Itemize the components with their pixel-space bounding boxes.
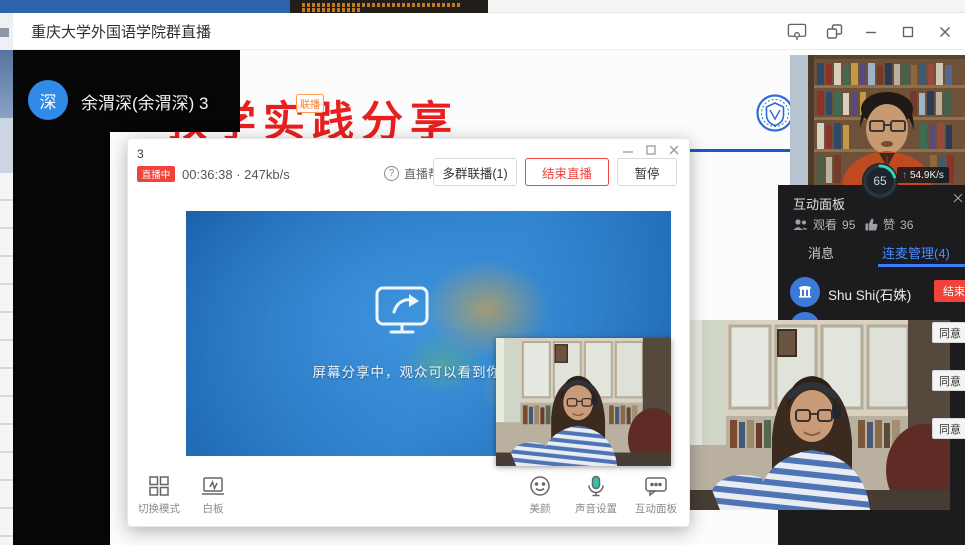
member-avatar-icon — [797, 284, 813, 300]
background-window-titlebar — [0, 0, 290, 13]
window-title: 重庆大学外国语学院群直播 — [31, 21, 211, 42]
upload-arrow-icon: ↑ — [902, 170, 907, 181]
chat-bubble-icon — [644, 475, 668, 497]
broadcast-maximize-icon[interactable] — [646, 145, 656, 155]
close-icon[interactable] — [935, 22, 955, 42]
likes-stat: 赞 36 — [865, 216, 913, 233]
toolbar-label: 切换模式 — [138, 501, 180, 516]
webcam-cohost-large — [690, 320, 950, 510]
toolbar-label: 美颜 — [530, 501, 551, 516]
end-live-button[interactable]: 结束直播 — [525, 158, 609, 186]
pin-window-icon[interactable] — [787, 22, 807, 42]
live-status-badge: 直播中 — [137, 166, 175, 182]
end-mic-button[interactable]: 结束 — [934, 280, 965, 302]
toolbar-label: 白板 — [203, 501, 224, 516]
sliver-lines — [0, 173, 13, 545]
minimize-icon[interactable] — [861, 22, 881, 42]
tab-mic-management[interactable]: 连麦管理(4) — [882, 243, 950, 262]
sliver-block — [0, 50, 13, 118]
broadcast-minimize-icon[interactable] — [623, 145, 633, 155]
live-stage-area: 教学实践分享 深 余渭深(余渭深) 3 联播 — [13, 50, 965, 545]
likes-count: 36 — [900, 218, 913, 232]
stream-counter: 3 — [137, 147, 144, 161]
screen-root: 重庆大学外国语学院群直播 — [0, 0, 965, 545]
gauge-arc — [862, 163, 898, 199]
maximize-icon[interactable] — [898, 22, 918, 42]
grid-icon — [148, 475, 170, 497]
interaction-panel-button[interactable]: 互动面板 — [635, 475, 677, 516]
multi-window-icon[interactable] — [824, 22, 844, 42]
member-name: Shu Shi(石姝) — [828, 284, 911, 304]
help-icon: ? — [384, 166, 399, 181]
sound-settings-button[interactable]: 声音设置 — [575, 475, 617, 516]
upload-speed-value: 54.9K/s — [910, 170, 944, 181]
sliver-block — [0, 118, 13, 173]
app-titlebar: 重庆大学外国语学院群直播 — [13, 13, 965, 50]
tab-messages[interactable]: 消息 — [808, 243, 834, 262]
agree-button[interactable]: 同意 — [932, 370, 965, 391]
viewers-count: 95 — [842, 218, 855, 232]
background-window-notification — [290, 0, 488, 13]
background-window-strip — [488, 0, 965, 13]
agree-button[interactable]: 同意 — [932, 322, 965, 343]
speaker-name: 余渭深(余渭深) 3 — [81, 89, 209, 114]
blurred-text-line — [302, 3, 462, 7]
beauty-filter-button[interactable]: 美颜 — [523, 475, 557, 516]
whiteboard-icon — [201, 475, 225, 497]
toolbar-label: 互动面板 — [635, 501, 677, 516]
sliver-mark — [0, 28, 9, 37]
viewers-icon — [793, 218, 808, 231]
app-window: 重庆大学外国语学院群直播 — [13, 13, 965, 545]
toolbar-label: 声音设置 — [575, 501, 617, 516]
background-window-sliver — [0, 13, 13, 545]
viewers-label: 观看 — [813, 216, 837, 233]
panel-close-icon[interactable] — [953, 193, 963, 203]
likes-label: 赞 — [883, 216, 895, 233]
switch-mode-button[interactable]: 切换模式 — [138, 475, 180, 516]
thumbs-up-icon — [865, 218, 878, 231]
upload-speed: ↑ 54.9K/s — [897, 167, 949, 183]
viewers-stat: 观看 95 — [793, 216, 855, 233]
smiley-icon — [529, 475, 551, 497]
whiteboard-button[interactable]: 白板 — [196, 475, 230, 516]
panel-title: 互动面板 — [793, 194, 845, 213]
webcam-cohost-small — [496, 338, 671, 466]
blurred-text-line — [302, 8, 362, 12]
broadcast-close-icon[interactable] — [669, 145, 679, 155]
university-logo — [755, 93, 790, 133]
agree-button[interactable]: 同意 — [932, 418, 965, 439]
network-gauge: 65 — [862, 163, 898, 199]
pause-button[interactable]: 暂停 — [617, 158, 677, 186]
member-avatar — [790, 277, 820, 307]
active-tab-underline — [878, 264, 965, 267]
broadcast-window: 3 直播中 00:36:38 · 247kb/s ? 直播帮助 多群联播(1) … — [127, 138, 690, 527]
speaker-badge: 联播 — [296, 94, 324, 113]
microphone-icon — [587, 475, 605, 497]
multicast-button[interactable]: 多群联播(1) — [433, 158, 517, 186]
stream-time-bitrate: 00:36:38 · 247kb/s — [182, 167, 290, 182]
screen-share-icon — [374, 285, 430, 335]
speaker-avatar: 深 — [28, 80, 68, 120]
